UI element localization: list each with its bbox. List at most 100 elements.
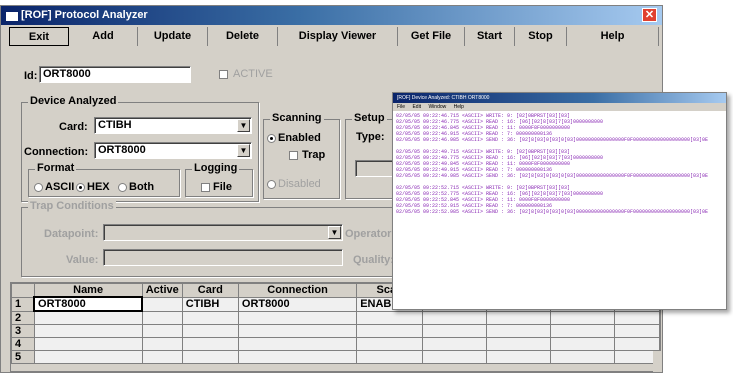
value-label: Value: xyxy=(66,254,99,266)
row-number: 1 xyxy=(11,296,35,312)
viewer-menu-edit[interactable]: Edit xyxy=(412,104,421,110)
toolbar-menu: Exit Add Update Delete Display Viewer Ge… xyxy=(1,27,662,47)
cell-blank[interactable] xyxy=(613,310,660,325)
table-row[interactable]: 4 xyxy=(11,337,660,351)
get-file-button[interactable]: Get File xyxy=(398,27,465,46)
cell-name[interactable] xyxy=(33,324,143,338)
cell-blank[interactable] xyxy=(422,324,488,338)
trap-conditions-label: Trap Conditions xyxy=(28,200,116,212)
connection-select[interactable]: ORT8000 ▼ xyxy=(94,142,252,159)
viewer-title[interactable]: [ROF] Device Analyzed: CTIBH ORT8000 xyxy=(393,93,726,103)
cell-blank[interactable] xyxy=(549,310,615,325)
cell-card[interactable] xyxy=(181,350,239,364)
column-header-connection[interactable]: Connection xyxy=(237,283,358,298)
display-viewer-button[interactable]: Display Viewer xyxy=(278,27,398,46)
cell-active[interactable] xyxy=(141,324,183,338)
row-number: 2 xyxy=(11,310,35,325)
format-ascii-radio[interactable] xyxy=(34,183,43,192)
cell-blank[interactable] xyxy=(613,337,660,351)
datapoint-select[interactable]: ▼ xyxy=(103,224,343,241)
card-label: Card: xyxy=(59,121,88,133)
logging-file-checkbox[interactable] xyxy=(201,183,210,192)
cell-connection[interactable]: ORT8000 xyxy=(237,296,358,312)
column-header-card[interactable]: Card xyxy=(181,283,239,298)
format-both-radio[interactable] xyxy=(118,183,127,192)
column-header-active[interactable]: Active xyxy=(141,283,183,298)
cell-active[interactable] xyxy=(141,310,183,325)
cell-connection[interactable] xyxy=(237,350,358,364)
format-hex-radio[interactable] xyxy=(76,183,85,192)
chevron-down-icon[interactable]: ▼ xyxy=(237,144,250,157)
cell-name[interactable] xyxy=(33,310,143,325)
cell-blank[interactable] xyxy=(549,350,615,364)
cell-blank[interactable] xyxy=(486,310,551,325)
cell-scan[interactable] xyxy=(356,310,424,325)
start-button[interactable]: Start xyxy=(465,27,515,46)
stop-button[interactable]: Stop xyxy=(515,27,567,46)
cell-blank[interactable] xyxy=(422,310,488,325)
add-button[interactable]: Add xyxy=(69,27,138,46)
cell-active[interactable] xyxy=(141,350,183,364)
cell-active[interactable] xyxy=(141,337,183,351)
exit-button[interactable]: Exit xyxy=(9,27,69,46)
setup-label: Setup xyxy=(352,112,387,124)
logging-label: Logging xyxy=(192,162,240,174)
connection-value: ORT8000 xyxy=(98,144,146,156)
cell-blank[interactable] xyxy=(486,350,551,364)
viewer-menu-help[interactable]: Help xyxy=(454,104,464,110)
cell-connection[interactable] xyxy=(237,324,358,338)
card-select[interactable]: CTIBH ▼ xyxy=(94,117,252,134)
card-value: CTIBH xyxy=(98,119,132,131)
table-row[interactable]: 5 xyxy=(11,350,660,364)
scan-enabled-radio[interactable] xyxy=(267,134,276,143)
cell-scan[interactable] xyxy=(356,324,424,338)
cell-blank[interactable] xyxy=(549,324,615,338)
column-header-rownum xyxy=(11,283,35,298)
scan-enabled-label: Enabled xyxy=(278,132,321,144)
value-input[interactable] xyxy=(103,249,343,266)
cell-card[interactable]: CTIBH xyxy=(181,296,239,312)
cell-name[interactable]: ORT8000 xyxy=(33,296,144,312)
cell-name[interactable] xyxy=(33,337,143,351)
table-row[interactable]: 3 xyxy=(11,324,660,338)
cell-blank[interactable] xyxy=(422,337,488,351)
title-bar[interactable]: [ROF] Protocol Analyzer ✕ xyxy=(1,6,662,25)
chevron-down-icon[interactable]: ▼ xyxy=(328,226,341,239)
device-viewer-window[interactable]: [ROF] Device Analyzed: CTIBH ORT8000 Fil… xyxy=(392,92,727,310)
id-input[interactable]: ORT8000 xyxy=(39,66,191,83)
cell-card[interactable] xyxy=(181,324,239,338)
viewer-log: 02/05/05 09:22:46.715 <ASCII> WRITE: 9: … xyxy=(393,111,726,217)
table-row[interactable]: 2 xyxy=(11,310,660,325)
chevron-down-icon[interactable]: ▼ xyxy=(237,119,250,132)
cell-card[interactable] xyxy=(181,337,239,351)
cell-name[interactable] xyxy=(33,350,143,364)
close-button[interactable]: ✕ xyxy=(642,8,657,22)
cell-scan[interactable] xyxy=(356,337,424,351)
active-checkbox[interactable] xyxy=(219,70,228,79)
cell-blank[interactable] xyxy=(549,337,615,351)
cell-blank[interactable] xyxy=(486,337,551,351)
update-button[interactable]: Update xyxy=(138,27,208,46)
cell-blank[interactable] xyxy=(422,350,488,364)
scan-disabled-radio[interactable] xyxy=(267,180,276,189)
grid-scrollbar[interactable] xyxy=(653,351,662,372)
cell-connection[interactable] xyxy=(237,337,358,351)
cell-blank[interactable] xyxy=(486,324,551,338)
help-button[interactable]: Help xyxy=(567,27,659,46)
column-header-name[interactable]: Name xyxy=(33,283,143,298)
cell-active[interactable] xyxy=(141,296,183,312)
datapoint-label: Datapoint: xyxy=(44,228,99,240)
cell-connection[interactable] xyxy=(237,310,358,325)
format-label: Format xyxy=(35,162,77,174)
cell-scan[interactable] xyxy=(356,350,424,364)
delete-button[interactable]: Delete xyxy=(208,27,278,46)
viewer-menu-file[interactable]: File xyxy=(397,104,405,110)
id-label: Id: xyxy=(24,70,38,82)
viewer-menu-window[interactable]: Window xyxy=(428,104,446,110)
log-line: 02/05/05 09:22:52.985 <ASCII> SEND : 36:… xyxy=(396,209,709,215)
cell-blank[interactable] xyxy=(613,324,660,338)
cell-card[interactable] xyxy=(181,310,239,325)
format-both-label: Both xyxy=(129,181,155,193)
scan-trap-checkbox[interactable] xyxy=(289,151,298,160)
scan-disabled-label: Disabled xyxy=(278,178,321,190)
